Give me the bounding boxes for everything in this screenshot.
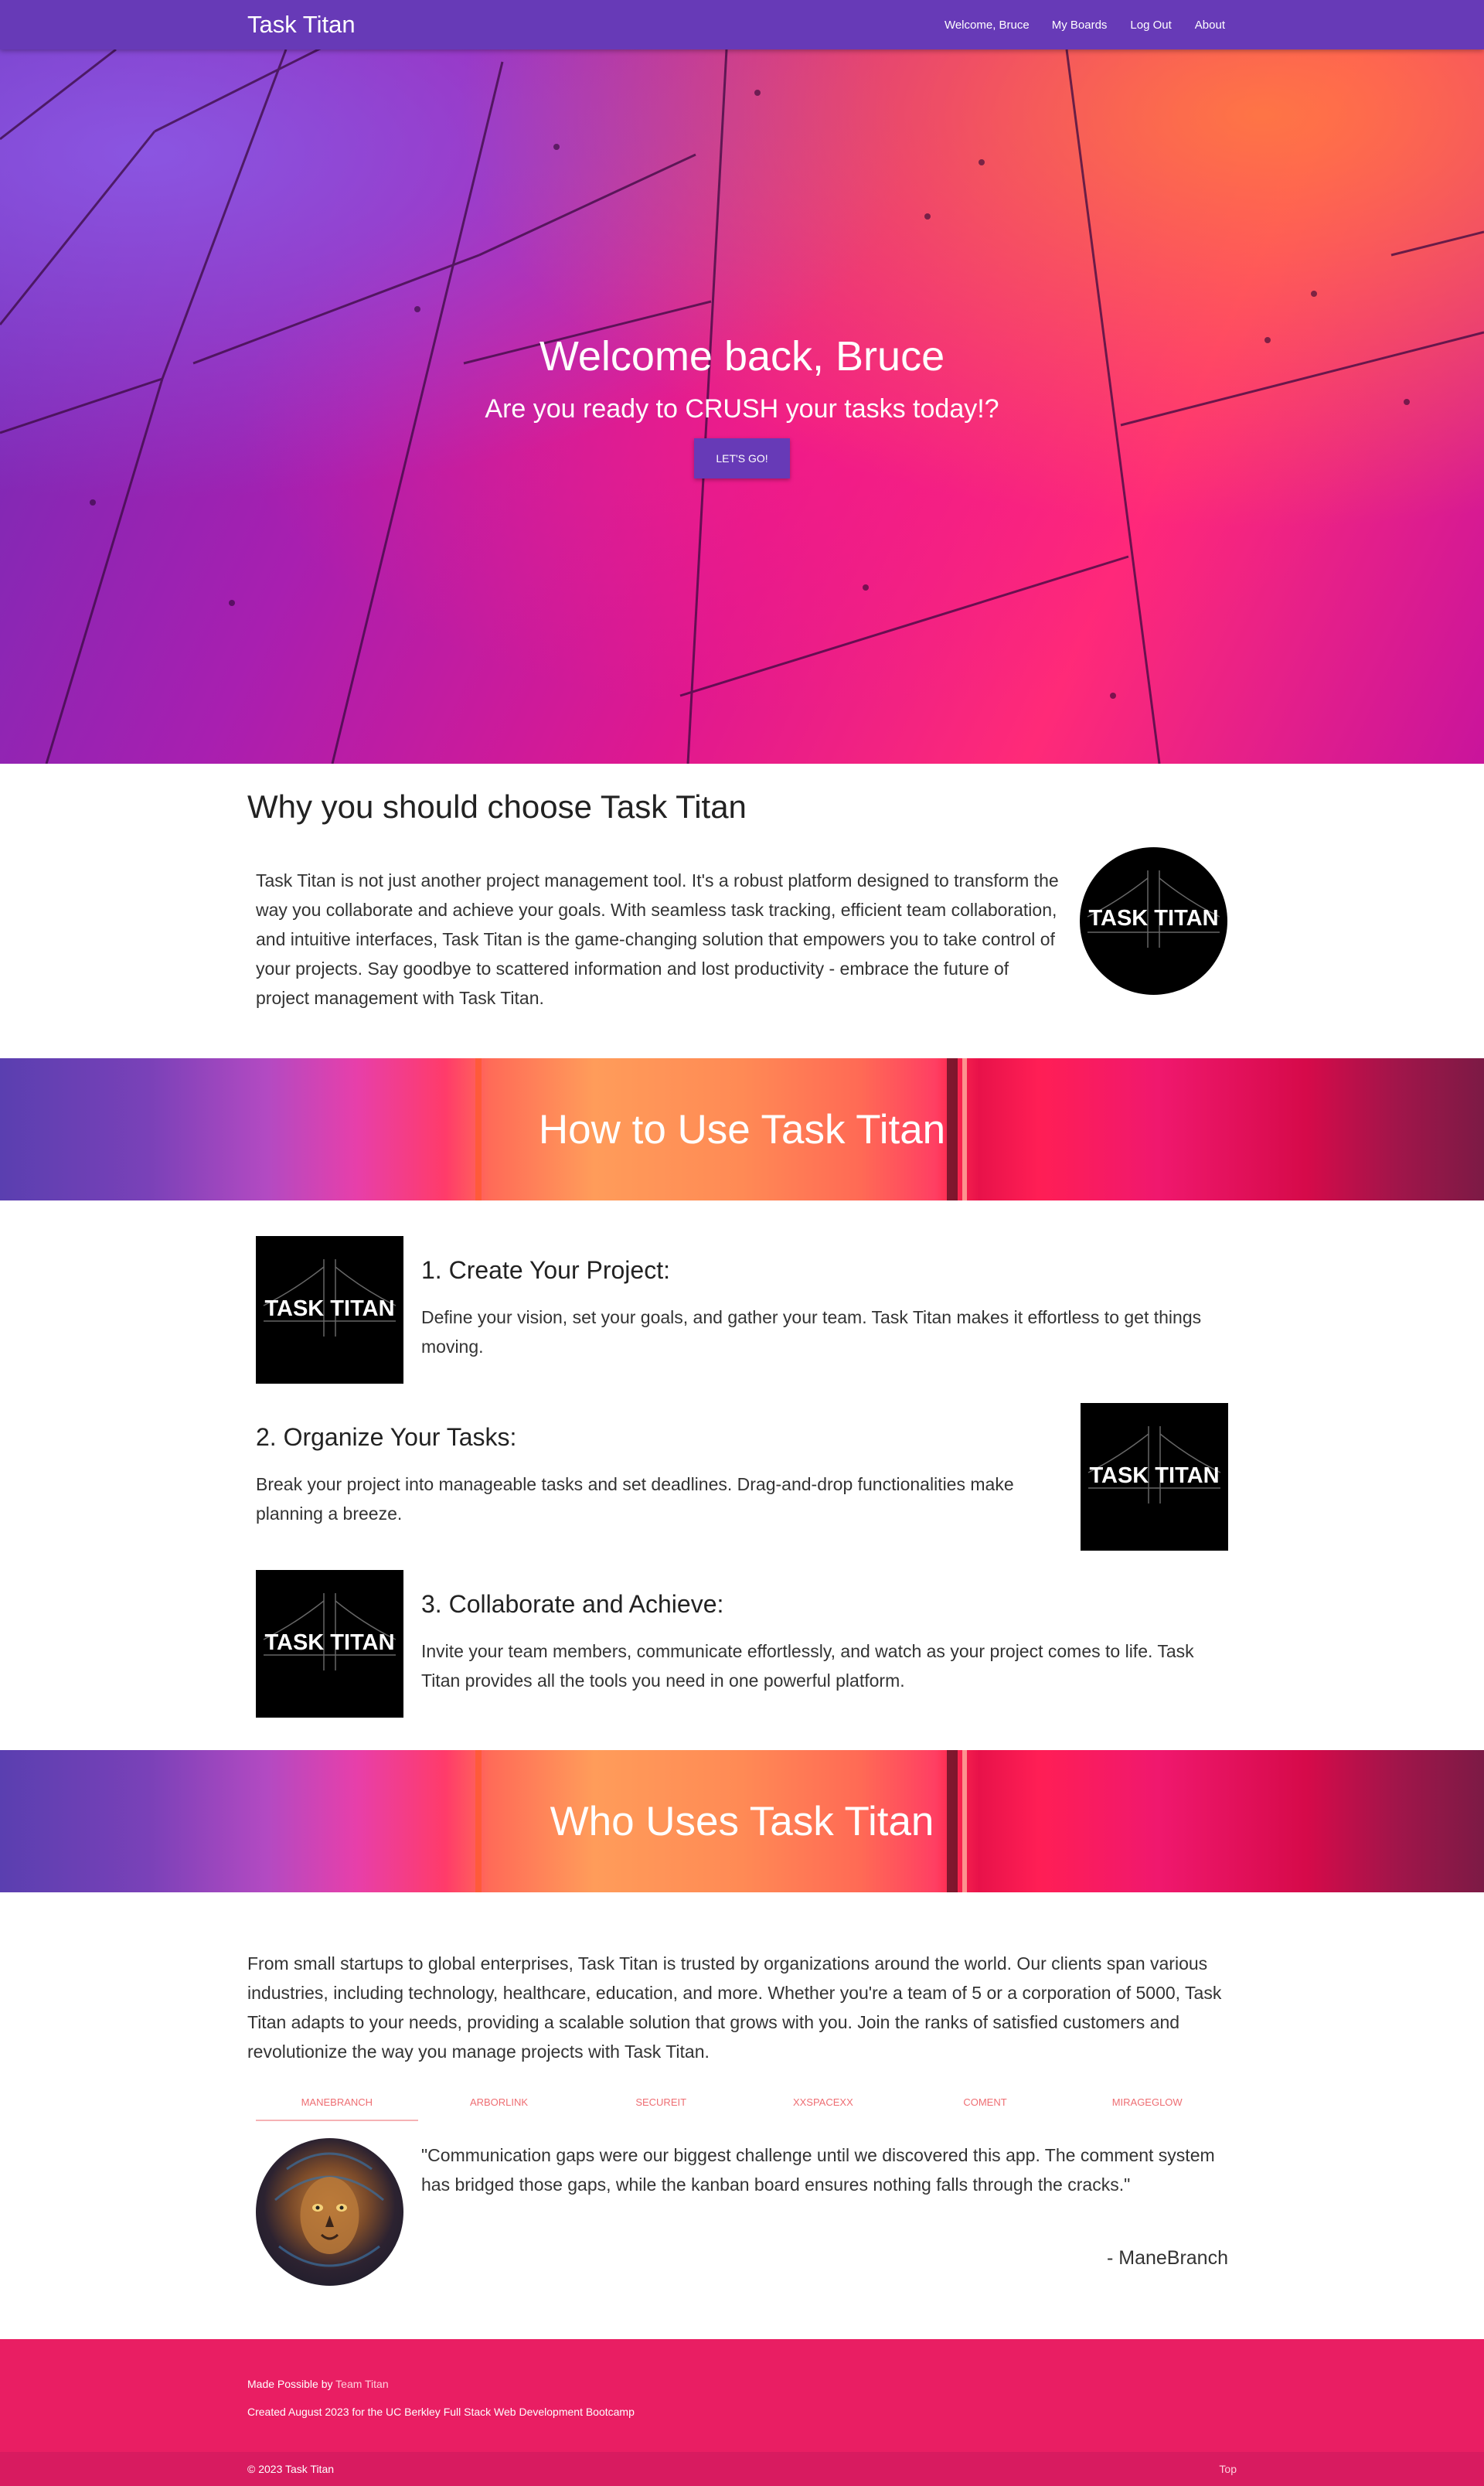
hero-title: Welcome back, Bruce xyxy=(539,333,945,380)
footer-copyright: © 2023 Task Titan xyxy=(247,2463,335,2475)
nav-greeting[interactable]: Welcome, Bruce xyxy=(945,19,1040,32)
lion-avatar-icon xyxy=(256,2138,403,2286)
step-2-title: 2. Organize Your Tasks: xyxy=(256,1423,517,1451)
footer: Made Possible by Team Titan Created Augu… xyxy=(0,2339,1484,2486)
hero-content: Welcome back, Bruce Are you ready to CRU… xyxy=(0,332,1484,478)
step-1-text: Define your vision, set your goals, and … xyxy=(421,1307,1202,1357)
tab-mirageglow[interactable]: MIRAGEGLOW xyxy=(1066,2090,1228,2121)
who-body-text: From small startups to global enterprise… xyxy=(247,1953,1222,2062)
why-heading: Why you should choose Task Titan xyxy=(247,788,747,825)
nav-link-my-boards[interactable]: My Boards xyxy=(1040,19,1119,32)
lets-go-button[interactable]: LET'S GO! xyxy=(694,438,790,478)
back-to-top-link[interactable]: Top xyxy=(1219,2463,1237,2475)
why-body-text: Task Titan is not just another project m… xyxy=(256,870,1059,1008)
tab-xxspacexx[interactable]: XXSPACEXX xyxy=(742,2090,904,2121)
step-1: TASK TITAN 1. Create Your Project: Defin… xyxy=(256,1236,1228,1384)
who-banner: Who Uses Task Titan xyxy=(0,1750,1484,1892)
task-titan-logo-icon: TASK TITAN xyxy=(1080,847,1227,995)
step-2: 2. Organize Your Tasks: Break your proje… xyxy=(256,1403,1228,1551)
step-3: TASK TITAN 3. Collaborate and Achieve: I… xyxy=(256,1570,1228,1718)
hero-section: Welcome back, Bruce Are you ready to CRU… xyxy=(0,0,1484,764)
footer-made-prefix: Made Possible by xyxy=(247,2378,333,2390)
nav-links: Welcome, Bruce My Boards Log Out About xyxy=(945,0,1237,49)
footer-content: Made Possible by Team Titan Created Augu… xyxy=(247,2378,635,2433)
testimonial-author: - ManeBranch xyxy=(1106,2247,1228,2269)
logo-text: TASK TITAN xyxy=(1088,906,1218,931)
task-titan-logo-icon: TASK TITAN xyxy=(1081,1403,1228,1551)
tab-manebranch[interactable]: MANEBRANCH xyxy=(256,2090,418,2121)
step-1-title: 1. Create Your Project: xyxy=(421,1256,670,1284)
navbar: Task Titan Welcome, Bruce My Boards Log … xyxy=(0,0,1484,49)
hero-subtitle: Are you ready to CRUSH your tasks today!… xyxy=(485,394,999,424)
brand-logo-link[interactable]: Task Titan xyxy=(247,11,356,39)
client-tabs: MANEBRANCH ARBORLINK SECUREIT XXSPACEXX … xyxy=(256,2090,1228,2121)
who-banner-title: Who Uses Task Titan xyxy=(550,1798,934,1844)
tab-arborlink[interactable]: ARBORLINK xyxy=(418,2090,580,2121)
how-banner: How to Use Task Titan xyxy=(0,1058,1484,1200)
footer-copyright-bar: © 2023 Task Titan Top xyxy=(0,2452,1484,2486)
footer-created: Created August 2023 for the UC Berkley F… xyxy=(247,2406,635,2418)
tab-secureit[interactable]: SECUREIT xyxy=(580,2090,742,2121)
logo-text: TASK TITAN xyxy=(264,1630,394,1655)
tab-coment[interactable]: COMENT xyxy=(904,2090,1067,2121)
logo-text: TASK TITAN xyxy=(1089,1463,1219,1488)
step-3-title: 3. Collaborate and Achieve: xyxy=(421,1590,724,1618)
task-titan-logo-icon: TASK TITAN xyxy=(256,1236,403,1384)
testimonial-quote: "Communication gaps were our biggest cha… xyxy=(421,2145,1215,2195)
step-2-text: Break your project into manageable tasks… xyxy=(256,1474,1014,1524)
nav-link-about[interactable]: About xyxy=(1183,19,1237,32)
footer-credits: Made Possible by Team Titan xyxy=(247,2378,635,2390)
logo-text: TASK TITAN xyxy=(264,1296,394,1321)
why-section: Why you should choose Task Titan Task Ti… xyxy=(247,788,1237,1008)
nav-link-log-out[interactable]: Log Out xyxy=(1118,19,1183,32)
task-titan-logo-icon: TASK TITAN xyxy=(256,1570,403,1718)
how-banner-title: How to Use Task Titan xyxy=(538,1106,946,1153)
team-titan-link[interactable]: Team Titan xyxy=(335,2378,388,2390)
step-3-text: Invite your team members, communicate ef… xyxy=(421,1641,1194,1691)
